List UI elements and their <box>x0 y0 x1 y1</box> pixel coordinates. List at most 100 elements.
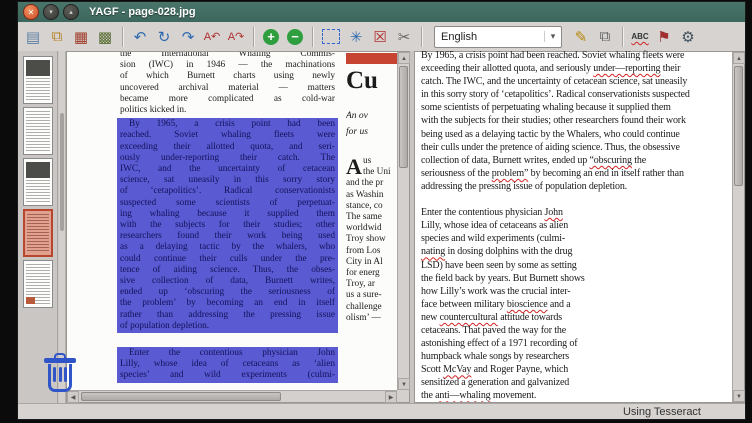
rotate-180-icon[interactable]: ↻ <box>153 26 175 48</box>
text-segment: humpback whale songs by researchers <box>421 351 569 362</box>
editor-vertical-scrollbar[interactable]: ▲ ▼ <box>732 52 744 402</box>
text-line: Lilly, whose idea of cetaceans as alien <box>421 219 730 232</box>
scrollbar-corner <box>397 390 409 402</box>
scroll-up-arrow[interactable]: ▲ <box>398 52 410 64</box>
chevron-down-icon: ▾ <box>544 31 561 42</box>
thumbnail-scrollbar[interactable] <box>59 51 66 403</box>
delete-page-button[interactable] <box>42 353 78 395</box>
scan-text-line: of population depletion. <box>120 321 335 332</box>
deskew-left-icon[interactable]: A↶ <box>201 26 223 48</box>
zoom-in-icon[interactable]: + <box>263 29 279 45</box>
misspelled-word: John <box>545 207 563 218</box>
text-line: how Lilly’s work was the crucial inter- <box>421 285 730 298</box>
statusbar: Using Tesseract <box>18 403 745 419</box>
scan-icon[interactable]: ▤ <box>22 26 44 48</box>
clear-selection-icon[interactable]: ☒ <box>369 26 391 48</box>
scan-text-line: of which Burnett charts using newly <box>120 71 335 82</box>
rotate-left-icon[interactable]: ↶ <box>129 26 151 48</box>
misspelled-word: problem” <box>492 168 529 179</box>
scan-text-line: rather than addressing the pressing issu… <box>120 310 335 321</box>
thumbnail-preview <box>27 214 49 253</box>
toolbar-separator <box>312 27 313 47</box>
window-title: YAGF - page-028.jpg <box>89 6 196 18</box>
page-thumbnail[interactable] <box>23 209 53 257</box>
misspelled-word: under—reporting <box>593 63 660 74</box>
scan-text-line: Enter the contentious physician John <box>120 348 335 359</box>
close-button[interactable]: ✕ <box>23 4 39 20</box>
scan-text-line: sion (IWC) in 1946 — the machinations <box>120 60 335 71</box>
scan-text-line: By 1965, a crisis point had been <box>120 119 335 130</box>
text-segment: being used as a delaying tactic by the W… <box>421 129 680 140</box>
minimize-button[interactable]: ▾ <box>43 4 59 20</box>
selected-region[interactable]: By 1965, a crisis point had beenreached.… <box>117 118 338 333</box>
scrollbar-thumb[interactable] <box>734 66 743 186</box>
scrollbar-thumb[interactable] <box>81 392 281 401</box>
scroll-down-arrow[interactable]: ▼ <box>398 378 410 390</box>
text-segment: how Lilly’s work was the crucial inter- <box>421 286 570 297</box>
text-line: face between military bioscience and a <box>421 298 730 311</box>
scan-text-line: with the subjects for their studies; oth… <box>120 220 335 231</box>
recognize-all-icon[interactable]: ⧉ <box>594 26 616 48</box>
trash-body <box>48 364 72 392</box>
scan-text-line: as Washin <box>346 190 397 201</box>
scan-image[interactable]: the International Whaling Commis-sion (I… <box>67 52 397 390</box>
save-text-icon[interactable]: ▩ <box>94 26 116 48</box>
text-line: seriousness of the problem” by becoming … <box>421 167 730 180</box>
save-image-icon[interactable]: ▦ <box>70 26 92 48</box>
deskew-right-icon[interactable]: A↷ <box>225 26 247 48</box>
text-segment: the <box>632 155 646 166</box>
titlebar[interactable]: ✕ ▾ ▴ YAGF - page-028.jpg <box>18 2 745 22</box>
text-segment: and a <box>548 299 571 310</box>
scan-text-line: ously under-reporting their catch. The <box>120 153 335 164</box>
text-line: in this sorry story of ‘cetapolitics’. R… <box>421 88 730 101</box>
page-thumbnail[interactable] <box>23 56 53 104</box>
page-thumbnail[interactable] <box>23 107 53 155</box>
text-line: addressing the pressing issue of populat… <box>421 180 730 193</box>
text-segment: by becoming an end in itself rather than <box>528 168 683 179</box>
scan-text-line: and the pr <box>346 178 397 189</box>
fit-page-icon[interactable]: ✳ <box>345 26 367 48</box>
page-thumbnail[interactable] <box>23 158 53 206</box>
dictionary-icon[interactable]: ⚑ <box>653 26 675 48</box>
text-line: the field back by years. But Burnett sho… <box>421 272 730 285</box>
maximize-button[interactable]: ▴ <box>63 4 79 20</box>
text-segment: Enter the contentious physician <box>421 207 545 218</box>
scan-text-line: challenge <box>346 302 397 313</box>
scan-text-line: for energ <box>346 268 397 279</box>
spellcheck-icon[interactable]: ABC <box>629 26 651 48</box>
text-segment: Scott <box>421 364 443 375</box>
settings-icon[interactable]: ⚙ <box>677 26 699 48</box>
text-line: Enter the contentious physician John <box>421 206 730 219</box>
thumbnail-mark <box>26 297 35 304</box>
scan-text-line: IWC, and the uncertainty of cetacean <box>120 164 335 175</box>
text-segment: species and wild experiments (culmi- <box>421 233 565 244</box>
ocr-text-editor[interactable]: By 1965, a crisis point had been reached… <box>415 49 732 402</box>
text-segment: their culls under the pretence of aiding… <box>421 142 680 153</box>
text-line: sensitized a generation and galvanized <box>421 376 730 389</box>
recognize-icon[interactable]: ✎ <box>570 26 592 48</box>
rotate-right-icon[interactable]: ↷ <box>177 26 199 48</box>
page-thumbnail[interactable] <box>23 260 53 308</box>
toolbar: ▤⧉▦▩↶↻↷A↶A↷+−✳☒✂English▾✎⧉ABC⚑⚙ <box>18 22 745 52</box>
scan-text-line: Troy, ar <box>346 279 397 290</box>
scroll-down-arrow[interactable]: ▼ <box>733 390 745 402</box>
image-horizontal-scrollbar[interactable]: ◀ ▶ <box>67 390 397 402</box>
crop-icon[interactable]: ✂ <box>393 26 415 48</box>
toolbar-separator <box>622 27 623 47</box>
scrollbar-thumb[interactable] <box>60 113 64 231</box>
language-select[interactable]: English▾ <box>434 26 562 48</box>
text-line: being used as a delaying tactic by the W… <box>421 128 730 141</box>
scan-text-line: science, sat uneasily in this sorry stor… <box>120 175 335 186</box>
image-vertical-scrollbar[interactable]: ▲ ▼ <box>397 52 409 390</box>
select-area-icon[interactable] <box>322 29 340 44</box>
scrollbar-thumb[interactable] <box>399 66 408 168</box>
selected-region[interactable]: Enter the contentious physician JohnLill… <box>117 347 338 383</box>
scroll-right-arrow[interactable]: ▶ <box>385 391 397 403</box>
text-segment: movement. <box>491 390 537 401</box>
text-segment: the <box>421 390 435 401</box>
scan-text-line: the problem’ by becoming an end in itsel… <box>120 298 335 309</box>
status-text: Using Tesseract <box>623 406 701 418</box>
zoom-out-icon[interactable]: − <box>287 29 303 45</box>
scroll-up-arrow[interactable]: ▲ <box>733 52 745 64</box>
open-image-icon[interactable]: ⧉ <box>46 26 68 48</box>
